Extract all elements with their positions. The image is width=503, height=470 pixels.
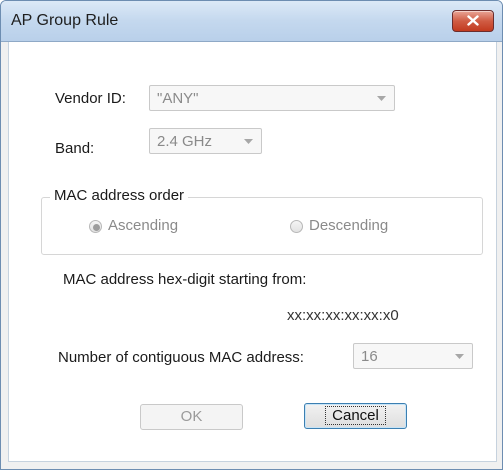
close-button[interactable] — [452, 10, 494, 32]
radio-circle — [89, 220, 102, 233]
radio-circle — [290, 220, 303, 233]
close-icon — [467, 15, 479, 26]
title-bar[interactable]: AP Group Rule — [1, 1, 502, 42]
chevron-down-icon — [377, 96, 386, 101]
chevron-down-icon — [455, 354, 464, 359]
ok-button[interactable]: OK — [140, 404, 243, 430]
band-value: 2.4 GHz — [157, 133, 213, 150]
contiguous-count-dropdown[interactable]: 16 — [353, 343, 473, 369]
cancel-button-label: Cancel — [325, 406, 386, 425]
band-dropdown[interactable]: 2.4 GHz — [149, 128, 262, 154]
contiguous-count-label: Number of contiguous MAC address: — [58, 349, 304, 366]
dialog-body: Vendor ID: "ANY" Band: 2.4 GHz MAC addre… — [8, 42, 497, 462]
cancel-button[interactable]: Cancel — [304, 403, 407, 429]
hex-start-label: MAC address hex-digit starting from: — [63, 271, 307, 288]
vendor-id-label: Vendor ID: — [55, 90, 126, 107]
mac-order-group-label: MAC address order — [50, 187, 189, 204]
vendor-id-value: "ANY" — [157, 90, 199, 107]
descending-label: Descending — [309, 217, 389, 234]
vendor-id-dropdown[interactable]: "ANY" — [149, 85, 395, 111]
hex-start-value: xx:xx:xx:xx:xx:x0 — [287, 307, 399, 324]
chevron-down-icon — [244, 139, 253, 144]
contiguous-count-value: 16 — [361, 348, 378, 365]
dialog-window: AP Group Rule Vendor ID: "ANY" Band: 2.4… — [0, 0, 503, 470]
ascending-label: Ascending — [108, 217, 179, 234]
band-label: Band: — [55, 140, 95, 157]
dialog-title: AP Group Rule — [11, 12, 119, 29]
radio-selected-dot — [93, 224, 100, 231]
